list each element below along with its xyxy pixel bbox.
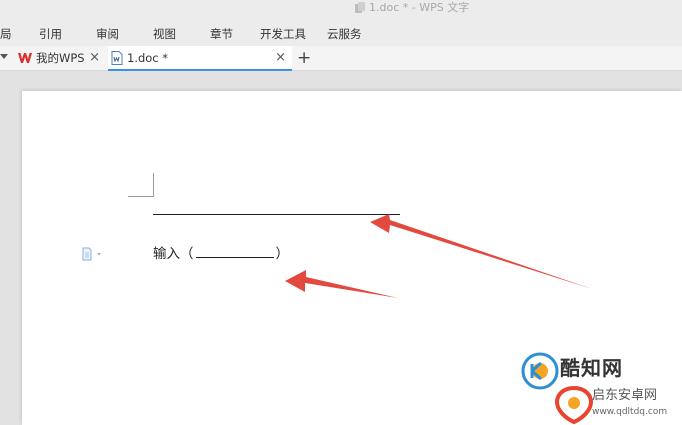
title-bar: 1.doc * - WPS 文字 [0, 0, 682, 22]
tab-bar: 我的WPS × 1.doc * × + [0, 46, 682, 71]
paragraph-layout-icon[interactable] [82, 247, 104, 261]
window-title: 1.doc * - WPS 文字 [354, 0, 469, 16]
input-prefix-text: 输入（ [153, 246, 194, 262]
word-document-icon [111, 50, 123, 65]
menu-item-review[interactable]: 审阅 [96, 26, 119, 42]
watermark-url: www.qdltdq.com [592, 407, 668, 417]
input-blank-underline[interactable] [195, 243, 274, 258]
menu-item-layout[interactable]: 局 [0, 26, 12, 42]
document-icon [355, 2, 365, 13]
menu-item-developer-tools[interactable]: 开发工具 [260, 26, 306, 42]
input-suffix-text: ） [275, 246, 290, 262]
menu-item-references[interactable]: 引用 [39, 26, 62, 42]
menu-item-view[interactable]: 视图 [153, 26, 176, 42]
tab-document-close-icon[interactable]: × [275, 50, 286, 66]
menu-bar: 局 引用 审阅 视图 章节 开发工具 云服务 [0, 22, 682, 46]
tab-my-wps[interactable]: 我的WPS × [16, 46, 106, 70]
tab-document[interactable]: 1.doc * × [108, 46, 292, 71]
new-tab-button[interactable]: + [297, 48, 311, 68]
menu-item-section[interactable]: 章节 [210, 26, 233, 42]
menu-item-cloud-service[interactable]: 云服务 [327, 26, 362, 42]
underline-blank[interactable] [153, 214, 400, 215]
tab-document-label: 1.doc * [127, 50, 169, 65]
watermark-subtitle: 启东安卓网 [592, 388, 658, 403]
window-title-text: 1.doc * - WPS 文字 [369, 1, 470, 14]
tab-my-wps-close-icon[interactable]: × [89, 50, 100, 66]
tab-my-wps-label: 我的WPS [36, 51, 85, 65]
margin-corner-mark [128, 173, 154, 197]
input-text-line[interactable]: 输入（ ） [153, 243, 289, 264]
wps-logo-icon [18, 53, 32, 63]
watermark-title: 酷知网 [560, 356, 623, 380]
tab-list-dropdown-icon[interactable] [0, 54, 8, 59]
